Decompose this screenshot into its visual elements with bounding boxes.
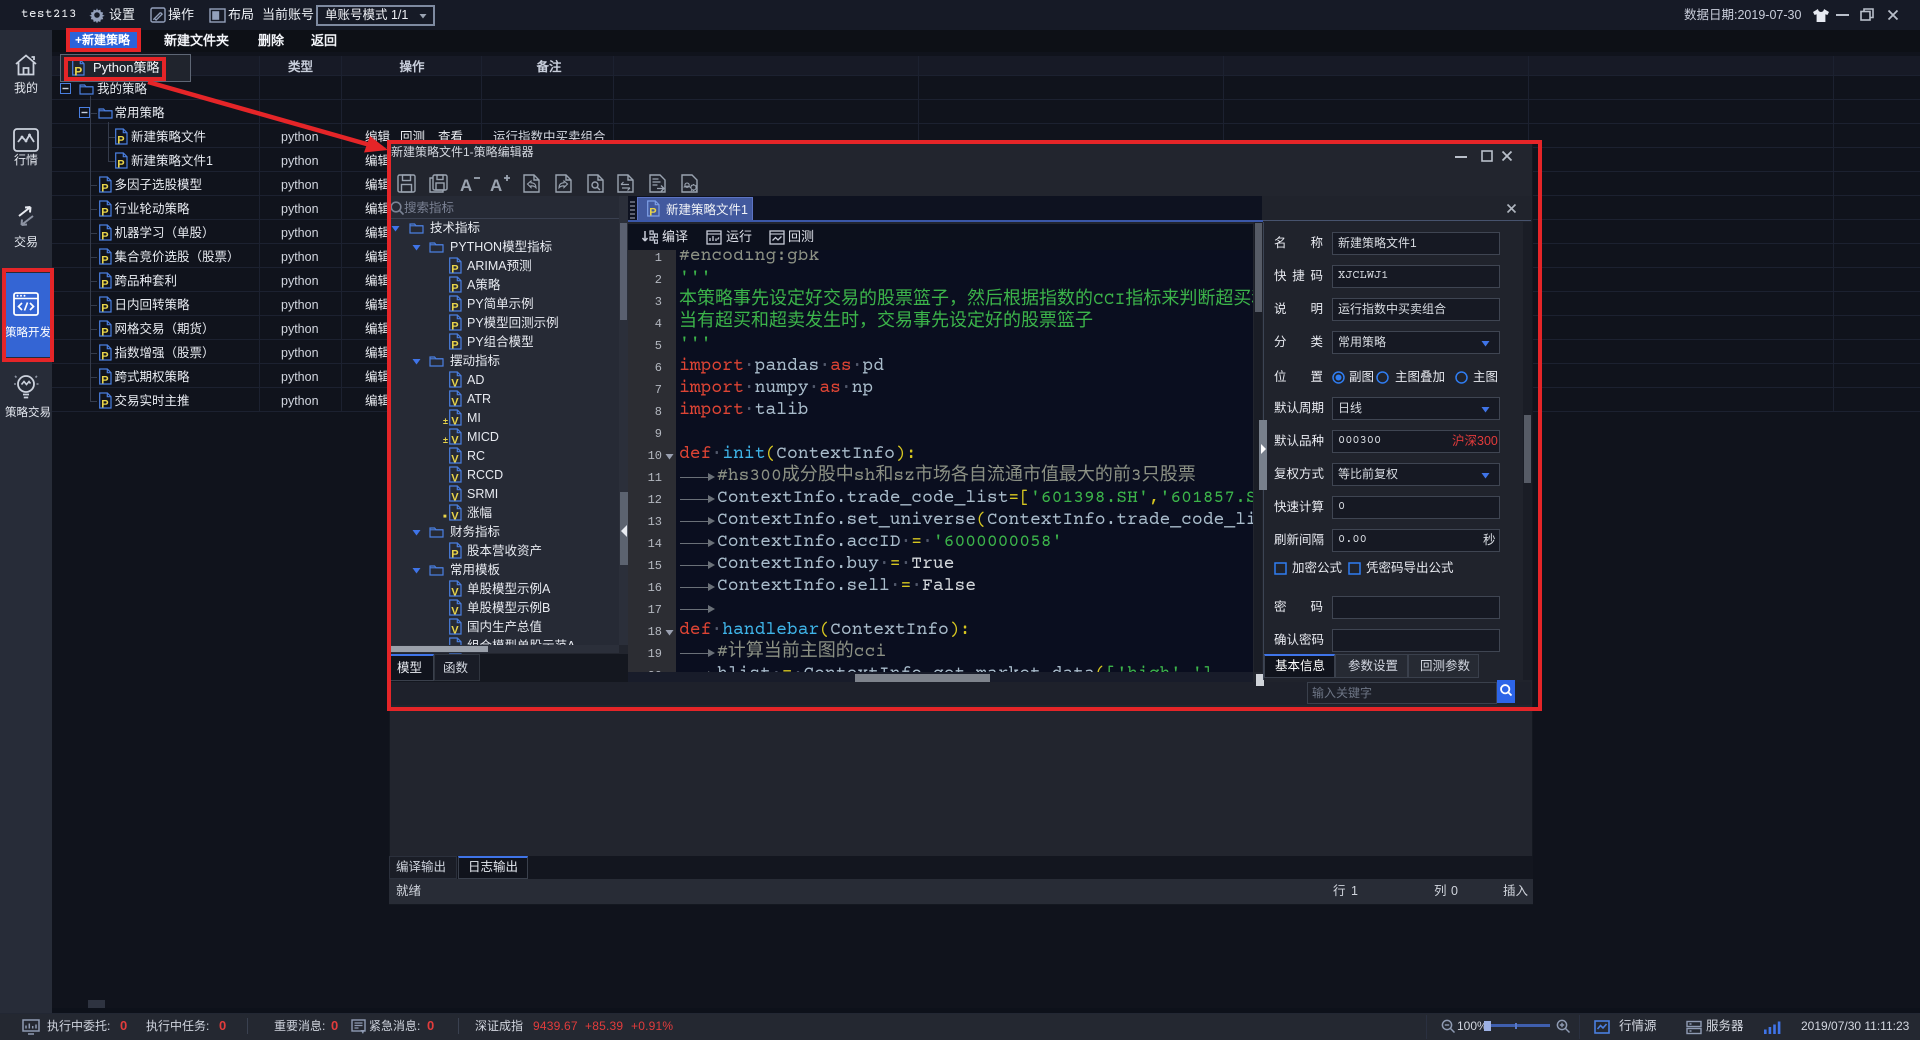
svg-text:P: P	[101, 303, 108, 314]
svg-text:P: P	[101, 399, 108, 410]
svg-text:P: P	[101, 183, 108, 194]
svg-text:P: P	[101, 327, 108, 338]
svg-text:P: P	[101, 351, 108, 362]
svg-text:P: P	[101, 375, 108, 386]
svg-text:P: P	[101, 279, 108, 290]
svg-text:P: P	[101, 255, 108, 266]
svg-text:P: P	[101, 207, 108, 218]
svg-text:P: P	[101, 231, 108, 242]
